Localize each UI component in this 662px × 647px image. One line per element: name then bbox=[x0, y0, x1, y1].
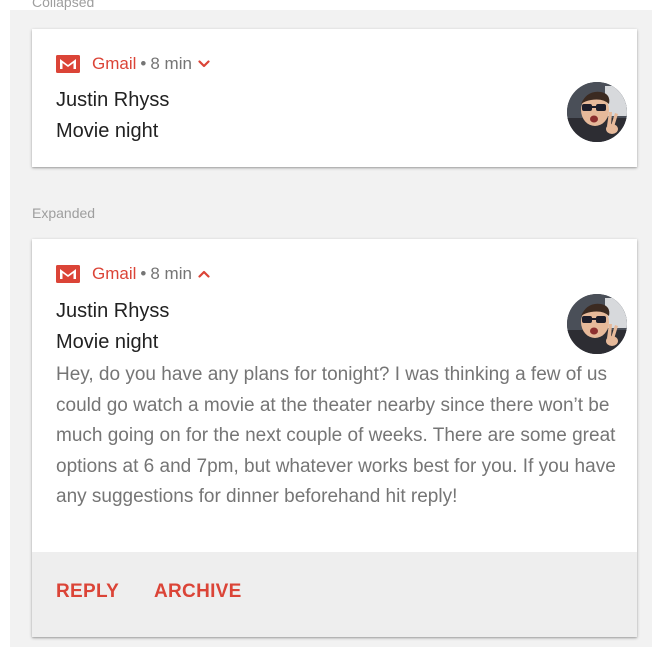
avatar-image bbox=[567, 294, 627, 354]
chevron-down-icon[interactable] bbox=[198, 60, 210, 68]
sender-name: Justin Rhyss bbox=[56, 89, 170, 111]
email-body: Hey, do you have any plans for tonight? … bbox=[56, 364, 616, 507]
chevron-up-icon[interactable] bbox=[198, 270, 210, 278]
notification-header: Gmail • 8 min bbox=[56, 54, 210, 74]
separator-dot: • bbox=[140, 264, 147, 283]
section-label-collapsed: Collapsed bbox=[32, 0, 95, 10]
email-subject: Movie night bbox=[56, 331, 159, 353]
app-name: Gmail bbox=[92, 54, 137, 73]
notification-time: 8 min bbox=[150, 54, 192, 73]
section-label-expanded: Expanded bbox=[32, 205, 96, 221]
avatar bbox=[567, 82, 627, 142]
separator-dot: • bbox=[140, 54, 147, 73]
archive-button[interactable]: ARCHIVE bbox=[154, 581, 242, 603]
avatar bbox=[567, 294, 627, 354]
notification-card-expanded[interactable]: Gmail • 8 min Justin Rhyss Movie night H… bbox=[32, 239, 637, 637]
email-subject: Movie night bbox=[56, 120, 159, 142]
avatar-image bbox=[567, 82, 627, 142]
app-name: Gmail bbox=[92, 264, 137, 283]
gmail-icon bbox=[56, 265, 80, 283]
sender-name: Justin Rhyss bbox=[56, 300, 170, 322]
notification-actions: REPLY ARCHIVE bbox=[32, 552, 637, 637]
notification-header: Gmail • 8 min bbox=[56, 264, 210, 284]
gmail-icon bbox=[56, 55, 80, 73]
reply-button[interactable]: REPLY bbox=[56, 581, 119, 603]
notification-time: 8 min bbox=[150, 264, 192, 283]
notification-shade: Collapsed Gmail • 8 min Justin Rhyss Mov… bbox=[10, 0, 652, 647]
notification-card-collapsed[interactable]: Gmail • 8 min Justin Rhyss Movie night bbox=[32, 29, 637, 167]
